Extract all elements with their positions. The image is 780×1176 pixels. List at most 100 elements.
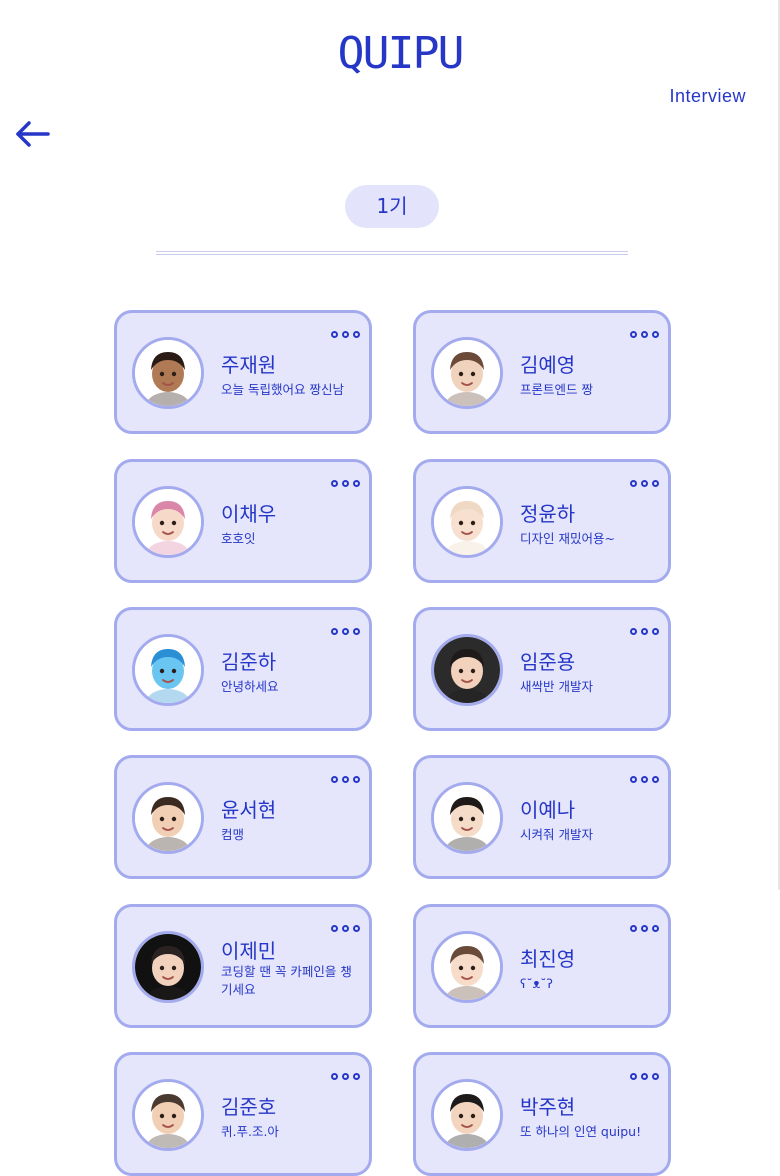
member-name: 김준호	[221, 1095, 277, 1119]
memoji-avatar-icon	[434, 934, 500, 1000]
more-options-icon[interactable]	[331, 925, 360, 932]
member-name: 김예영	[520, 353, 576, 377]
member-name: 이제민	[221, 939, 277, 963]
member-status: 코딩할 땐 꼭 카페인을 챙기세요	[221, 964, 352, 997]
dot	[630, 628, 637, 635]
dot	[641, 776, 648, 783]
dot	[641, 628, 648, 635]
dot	[630, 776, 637, 783]
member-card[interactable]: 이예나 시켜줘 개발자	[413, 755, 671, 879]
dot	[353, 331, 360, 338]
generation-badge[interactable]: 1기	[345, 185, 439, 228]
member-name: 정윤하	[520, 502, 576, 526]
more-options-icon[interactable]	[630, 925, 659, 932]
member-card[interactable]: 최진영 ʕ˘ᴥ˘ʔ	[413, 904, 671, 1028]
member-name: 주재원	[221, 353, 277, 377]
dot	[342, 776, 349, 783]
dot	[652, 1073, 659, 1080]
memoji-avatar-icon	[135, 489, 201, 555]
memoji-avatar-icon	[135, 785, 201, 851]
member-status: 퀴.푸.조.아	[221, 1124, 279, 1139]
member-status: 디자인 재밌어용~	[520, 531, 615, 546]
more-options-icon[interactable]	[630, 628, 659, 635]
dot	[353, 1073, 360, 1080]
dot	[652, 480, 659, 487]
member-name: 김준하	[221, 650, 277, 674]
section-divider	[156, 251, 628, 255]
member-card[interactable]: 윤서현컴맹	[114, 755, 372, 879]
back-button[interactable]	[14, 118, 52, 150]
member-card[interactable]: 임준용새싹반 개발자	[413, 607, 671, 731]
memoji-avatar-icon	[434, 637, 500, 703]
member-name: 윤서현	[221, 798, 277, 822]
more-options-icon[interactable]	[630, 480, 659, 487]
more-options-icon[interactable]	[331, 1073, 360, 1080]
dot	[342, 925, 349, 932]
dot	[641, 925, 648, 932]
memoji-avatar-icon	[434, 785, 500, 851]
member-card[interactable]: 김예영프론트엔드 짱	[413, 310, 671, 434]
member-card[interactable]: 김준호퀴.푸.조.아	[114, 1052, 372, 1176]
member-card[interactable]: 이채우호호잇	[114, 459, 372, 583]
member-avatar	[431, 337, 503, 409]
dot	[342, 628, 349, 635]
member-avatar	[431, 634, 503, 706]
more-options-icon[interactable]	[331, 331, 360, 338]
member-name: 이채우	[221, 502, 277, 526]
dot	[652, 331, 659, 338]
dot	[353, 480, 360, 487]
dot	[353, 925, 360, 932]
more-options-icon[interactable]	[331, 628, 360, 635]
member-status: 프론트엔드 짱	[520, 382, 593, 397]
arrow-left-icon	[16, 121, 50, 147]
memoji-avatar-icon	[135, 1082, 201, 1148]
member-avatar	[132, 486, 204, 558]
quipu-logo-mark: QUIPU	[338, 28, 465, 78]
dot	[342, 331, 349, 338]
more-options-icon[interactable]	[630, 331, 659, 338]
more-options-icon[interactable]	[630, 776, 659, 783]
interview-link[interactable]: Interview	[669, 86, 746, 107]
member-card[interactable]: 주재원 오늘 독립했어요 짱신남	[114, 310, 372, 434]
member-status: 새싹반 개발자	[520, 679, 593, 694]
member-status: 컴맹	[221, 827, 245, 842]
memoji-avatar-icon	[434, 1082, 500, 1148]
more-options-icon[interactable]	[331, 480, 360, 487]
member-avatar	[431, 486, 503, 558]
memoji-avatar-icon	[135, 637, 201, 703]
member-name: 박주현	[520, 1095, 576, 1119]
member-status: 또 하나의 인연 quipu!	[520, 1124, 642, 1139]
dot	[641, 1073, 648, 1080]
svg-text:QUIPU: QUIPU	[338, 28, 463, 78]
more-options-icon[interactable]	[630, 1073, 659, 1080]
dot	[331, 1073, 338, 1080]
memoji-avatar-icon	[135, 934, 201, 1000]
member-card[interactable]: 박주현또 하나의 인연 quipu!	[413, 1052, 671, 1176]
dot	[641, 331, 648, 338]
member-name: 임준용	[520, 650, 576, 674]
dot	[353, 776, 360, 783]
member-status: 호호잇	[221, 531, 256, 546]
member-avatar	[132, 782, 204, 854]
dot	[342, 1073, 349, 1080]
dot	[641, 480, 648, 487]
dot	[652, 628, 659, 635]
member-avatar	[431, 1079, 503, 1151]
member-status: ʕ˘ᴥ˘ʔ	[520, 976, 553, 991]
more-options-icon[interactable]	[331, 776, 360, 783]
dot	[652, 925, 659, 932]
member-card[interactable]: 김준하 안녕하세요	[114, 607, 372, 731]
dot	[331, 776, 338, 783]
member-avatar	[132, 1079, 204, 1151]
member-card[interactable]: 이제민 코딩할 땐 꼭 카페인을 챙기세요	[114, 904, 372, 1028]
member-avatar	[431, 782, 503, 854]
dot	[652, 776, 659, 783]
dot	[331, 480, 338, 487]
member-name: 최진영	[520, 947, 576, 971]
dot	[630, 925, 637, 932]
dot	[630, 480, 637, 487]
dot	[331, 331, 338, 338]
quipu-logo[interactable]: QUIPU	[310, 28, 490, 78]
member-card[interactable]: 정윤하디자인 재밌어용~	[413, 459, 671, 583]
memoji-avatar-icon	[434, 489, 500, 555]
